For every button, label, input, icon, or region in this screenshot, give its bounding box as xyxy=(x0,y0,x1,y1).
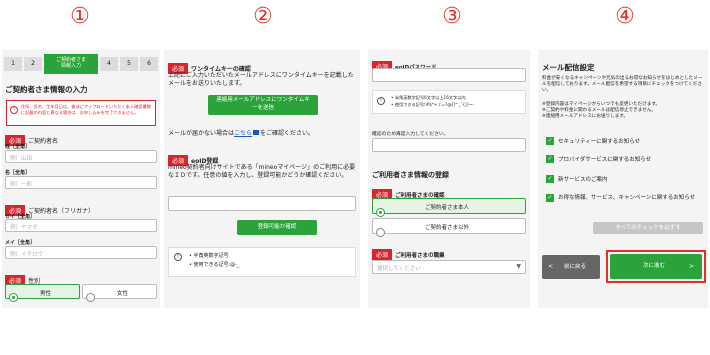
user-self-option[interactable]: ご契約者さま本人 xyxy=(372,198,526,217)
sei-label: 姓［全角］ xyxy=(5,144,31,150)
mail-option-provider[interactable]: ✓ プロバイダサービスに関するお知らせ xyxy=(546,155,651,163)
step-progress-bar: 1 2 ご契約者さま 情報入力 4 5 6 xyxy=(2,54,160,76)
gender-female-option[interactable]: 女性 xyxy=(82,284,157,302)
otp-description: 上記にご入力いただいたメールアドレスにワンタイムキーを記載したメールをお送りいた… xyxy=(168,72,354,87)
progress-step-2: 2 xyxy=(24,57,42,71)
panel-otp-eoid: 必須 ワンタイムキーの確認 上記にご入力いただいたメールアドレスにワンタイムキーを… xyxy=(164,50,360,308)
confirm-password-label: 確認のため再度入力してください。 xyxy=(372,132,449,137)
mail-notes: ※登録内容はマイページからいつでも変更いただけます。 ※ご契約や料金に関わるメー… xyxy=(542,102,706,120)
mail-option-label: プロバイダサービスに関するお知らせ xyxy=(558,157,652,163)
external-link-icon xyxy=(253,130,260,135)
step-number-1: ① xyxy=(70,4,90,29)
kana-label: ご契約者名（フリガナ） xyxy=(28,208,95,215)
mail-note: ※連絡用メールアドレスにお送りします。 xyxy=(542,114,629,119)
panel-mail-settings: メール配信設定 料金が安くなるキャンペーンや元気の出るお得なお知らせをはじめとし… xyxy=(538,50,708,308)
panel-contract-info: 1 2 ご契約者さま 情報入力 4 5 6 ご契約者さま情報の入力 ! 住所、氏… xyxy=(2,50,160,308)
note-item: • 半角英数字記号6文字以上16文字以内 xyxy=(391,95,466,100)
info-icon: ! xyxy=(377,97,385,105)
note-item: • 使用できる記号:@-_ xyxy=(189,262,240,268)
required-badge: 必須 xyxy=(372,249,393,260)
send-otp-button[interactable]: 連絡用メールアドレスにワンタイムキーを送信 xyxy=(208,95,318,115)
note-item: • 使用できる記号!#$*+./:=?@[]^_`{|}~- xyxy=(391,102,475,107)
mail-settings-title: メール配信設定 xyxy=(542,63,595,72)
job-label: ご利用者さまの職業 xyxy=(395,252,445,259)
progress-step-4: 4 xyxy=(100,57,118,71)
eoid-description: mineo契約者向けサイトである「mineoマイページ」のご利用に必要なＩＤです… xyxy=(168,164,356,179)
mail-option-campaign[interactable]: ✓ お得な情報、サービス、キャンペーンに関するお知らせ xyxy=(546,194,704,203)
next-label: 次に進む xyxy=(643,263,666,269)
next-button[interactable]: 次に進む > xyxy=(610,254,702,279)
checkbox-checked-icon: ✓ xyxy=(546,175,554,183)
mail-option-new-service[interactable]: ✓ 新サービスのご案内 xyxy=(546,175,608,183)
confirm-password-input[interactable] xyxy=(372,138,526,152)
chevron-right-icon: > xyxy=(688,263,694,270)
mail-settings-description: 料金が安くなるキャンペーンや元気の出るお得なお知らせをはじめとしたメールを配信し… xyxy=(542,76,703,94)
checkbox-checked-icon: ✓ xyxy=(546,155,554,163)
mei-input[interactable]: 例）一郎 xyxy=(5,176,157,189)
password-notes-box: ! • 半角英数字記号6文字以上16文字以内 • 使用できる記号!#$*+./:… xyxy=(372,90,526,114)
progress-step-6: 6 xyxy=(140,57,158,71)
chevron-left-icon: < xyxy=(548,263,554,270)
note-text: 使用できる記号!#$*+./:=?@[]^_`{|}~- xyxy=(394,102,475,107)
job-select[interactable]: 選択してください ▼ xyxy=(372,260,526,274)
alert-box: ! 住所、氏名、生年月日は、後ほどアップロードいただく本人確認書類に記載の内容と… xyxy=(6,100,156,126)
not-received-text: メールが届かない場合はこちら をご確認ください。 xyxy=(168,128,314,137)
eoid-notes-box: ! • 半角英数字記号 • 使用できる記号:@-_ xyxy=(168,247,356,277)
mail-option-label: 新サービスのご案内 xyxy=(558,177,608,183)
radio-selected-icon xyxy=(9,293,18,302)
not-received-prefix: メールが届かない場合は xyxy=(168,130,235,137)
user-other-option[interactable]: ご契約者さま以外 xyxy=(372,218,526,237)
user-section-title: ご利用者さま情報の登録 xyxy=(372,171,449,179)
panel-password-user: 必須eoIDパスワード ! • 半角英数字記号6文字以上16文字以内 • 使用で… xyxy=(368,50,530,308)
job-select-placeholder: 選択してください xyxy=(377,266,421,272)
note-text: 半角英数字記号6文字以上16文字以内 xyxy=(394,95,466,100)
checkbox-checked-icon: ✓ xyxy=(546,137,554,145)
note-text: 使用できる記号:@-_ xyxy=(193,262,240,268)
checkbox-checked-icon: ✓ xyxy=(546,194,554,202)
mei-kana-label: メイ［全角］ xyxy=(5,240,36,246)
eoid-input[interactable] xyxy=(168,196,356,211)
note-item: • 半角英数字記号 xyxy=(189,253,229,259)
sei-input[interactable]: 例）山田 xyxy=(5,150,157,163)
alert-icon: ! xyxy=(10,106,18,114)
progress-step-3-current: ご契約者さま 情報入力 xyxy=(44,54,98,74)
note-text: 半角英数字記号 xyxy=(193,253,229,259)
password-input[interactable] xyxy=(372,68,526,82)
name-label: ご契約者名 xyxy=(28,138,59,145)
next-button-highlight: 次に進む > xyxy=(606,250,706,283)
step-number-3: ③ xyxy=(442,4,462,29)
not-received-suffix: をご確認ください。 xyxy=(260,130,315,137)
here-link[interactable]: こちら xyxy=(234,130,252,137)
male-label: 男性 xyxy=(40,291,52,297)
gender-male-option[interactable]: 男性 xyxy=(5,284,80,302)
back-label: 前に戻る xyxy=(564,264,587,270)
info-icon: ! xyxy=(174,253,182,261)
check-availability-button[interactable]: 登録可能か確認 xyxy=(237,220,317,235)
alert-text: 住所、氏名、生年月日は、後ほどアップロードいただく本人確認書類に記載の内容と異な… xyxy=(21,104,151,115)
mei-label: 名［全角］ xyxy=(5,170,31,176)
back-button[interactable]: < 前に戻る xyxy=(542,255,600,279)
uncheck-all-button[interactable]: すべてのチェックをはずす xyxy=(593,222,703,234)
step-number-4: ④ xyxy=(615,4,635,29)
progress-step-1: 1 xyxy=(4,57,22,71)
page-title: ご契約者さま情報の入力 xyxy=(5,85,88,94)
chevron-down-icon: ▼ xyxy=(516,263,521,270)
mail-option-security[interactable]: ✓ セキュリティーに関するお知らせ xyxy=(546,137,640,145)
radio-empty-icon xyxy=(376,228,385,237)
mei-kana-input[interactable]: 例）イチロウ xyxy=(5,246,157,259)
progress-step-5: 5 xyxy=(120,57,138,71)
mail-option-label: お得な情報、サービス、キャンペーンに関するお知らせ xyxy=(558,194,696,201)
mail-option-label: セキュリティーに関するお知らせ xyxy=(558,139,641,145)
step-number-2: ② xyxy=(253,4,273,29)
sei-kana-input[interactable]: 例）ヤマダ xyxy=(5,219,157,232)
radio-empty-icon xyxy=(86,293,95,302)
female-label: 女性 xyxy=(117,291,129,297)
option-self-label: ご契約者さま本人 xyxy=(425,205,470,211)
option-other-label: ご契約者さま以外 xyxy=(425,225,470,231)
radio-selected-icon xyxy=(376,208,385,217)
